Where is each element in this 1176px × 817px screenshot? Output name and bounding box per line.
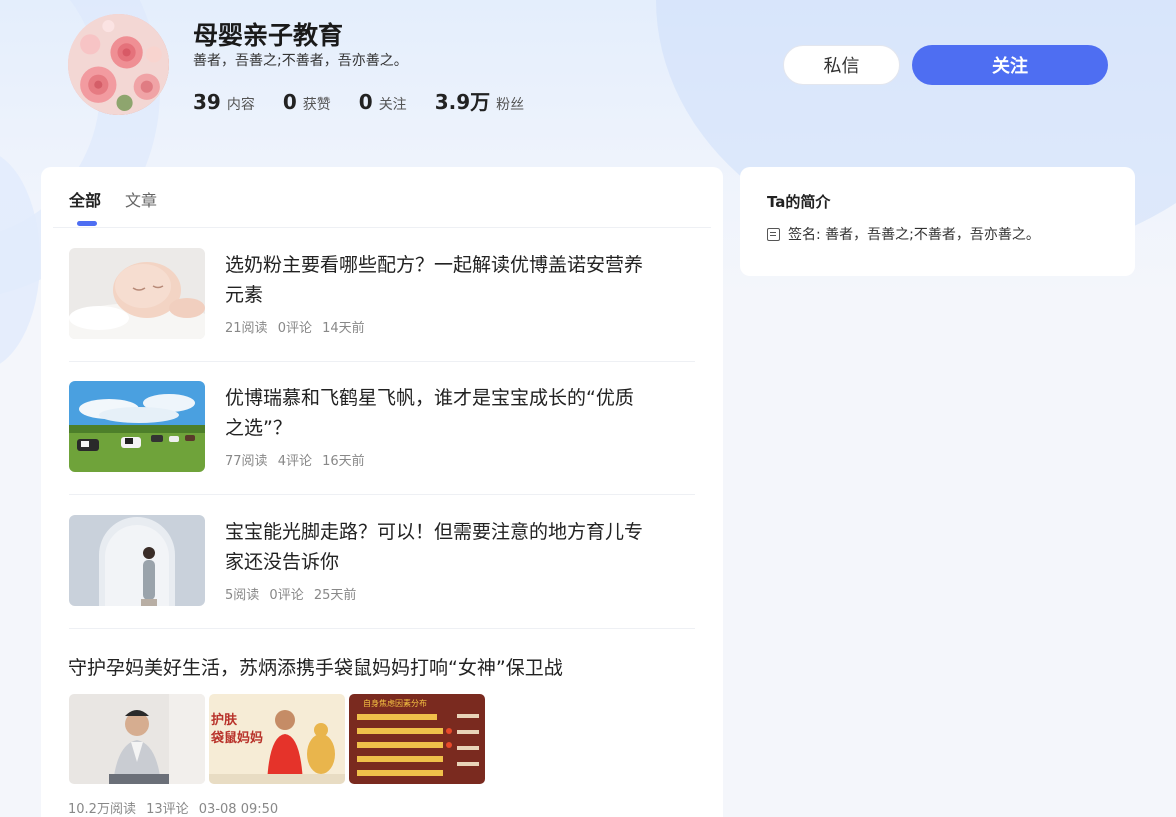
article-thumbnail[interactable]	[69, 248, 205, 339]
item-divider	[69, 494, 695, 495]
comment-count: 0评论	[269, 588, 304, 603]
content-tabs: 全部 文章	[69, 187, 181, 227]
stat-number: 3.9万	[434, 90, 491, 114]
intro-signature: 签名: 善者，吾善之;不善者，吾亦善之。	[767, 224, 1040, 244]
stat-label: 关注	[378, 97, 407, 113]
publish-time: 16天前	[322, 454, 365, 469]
infographic-image: 自身焦虑因素分布	[349, 694, 485, 784]
publish-time: 25天前	[313, 588, 357, 603]
cows-on-pasture-image	[69, 381, 205, 472]
read-count: 10.2万阅读	[68, 802, 136, 817]
ad-text: 护肤	[211, 712, 238, 728]
avatar[interactable]	[68, 14, 169, 115]
profile-motto: 善者，吾善之;不善者，吾亦善之。	[193, 53, 408, 69]
article-title[interactable]: 选奶粉主要看哪些配方？一起解读优博盖诺安营养元素	[225, 250, 645, 310]
signature-text: 签名: 善者，吾善之;不善者，吾亦善之。	[788, 227, 1040, 243]
tab-all[interactable]: 全部	[69, 187, 101, 227]
article-title[interactable]: 优博瑞慕和飞鹤星飞帆，谁才是宝宝成长的“优质之选”？	[225, 383, 645, 443]
article-image-row: 护肤 袋鼠妈妈 自身焦虑因素分布	[69, 694, 489, 784]
woman-in-arch-image	[69, 515, 205, 606]
tab-articles[interactable]: 文章	[125, 187, 157, 227]
comment-count: 0评论	[277, 321, 312, 336]
document-icon	[767, 227, 780, 241]
item-divider	[69, 628, 695, 629]
stat-content[interactable]: 39 内容	[193, 90, 255, 114]
article-meta: 10.2万阅读 13评论 03-08 09:50	[68, 798, 284, 817]
message-button[interactable]: 私信	[783, 45, 900, 85]
article-title[interactable]: 宝宝能光脚走路？可以！但需要注意的地方育儿专家还没告诉你	[225, 517, 645, 577]
infographic-title: 自身焦虑因素分布	[363, 698, 427, 708]
profile-stats: 39 内容 0 获赞 0 关注 3.9万 粉丝	[193, 86, 552, 115]
intro-title: Ta的简介	[767, 193, 831, 211]
stat-label: 获赞	[302, 97, 331, 113]
item-divider	[69, 361, 695, 362]
stat-number: 0	[358, 90, 373, 114]
stat-label: 内容	[226, 97, 255, 113]
article-image[interactable]	[69, 694, 205, 784]
kangaroo-mama-ad-image: 护肤 袋鼠妈妈	[209, 694, 345, 784]
article-meta: 5阅读 0评论 25天前	[225, 584, 362, 603]
profile-name: 母婴亲子教育	[193, 21, 344, 50]
rose-avatar-image	[68, 14, 169, 115]
article-title[interactable]: 守护孕妈美好生活，苏炳添携手袋鼠妈妈打响“女神”保卫战	[68, 654, 694, 682]
sleeping-baby-image	[69, 248, 205, 339]
article-image[interactable]: 护肤 袋鼠妈妈	[209, 694, 345, 784]
read-count: 5阅读	[225, 588, 260, 603]
content-card: 全部 文章 选奶粉主要看哪些配方？一起解读优博盖诺安营养元素 21阅读 0评论 …	[41, 167, 723, 817]
stat-number: 39	[193, 90, 221, 114]
read-count: 21阅读	[225, 321, 268, 336]
article-thumbnail[interactable]	[69, 515, 205, 606]
comment-count: 4评论	[277, 454, 312, 469]
read-count: 77阅读	[225, 454, 268, 469]
intro-card: Ta的简介 签名: 善者，吾善之;不善者，吾亦善之。	[740, 167, 1135, 276]
stat-number: 0	[282, 90, 297, 114]
stat-likes: 0 获赞	[283, 90, 331, 114]
stat-fans[interactable]: 3.9万 粉丝	[435, 86, 524, 115]
article-image[interactable]: 自身焦虑因素分布	[349, 694, 485, 784]
stat-label: 粉丝	[496, 97, 525, 113]
publish-time: 03-08 09:50	[198, 802, 279, 817]
man-portrait-image	[69, 694, 205, 784]
ad-text: 袋鼠妈妈	[210, 730, 263, 746]
article-thumbnail[interactable]	[69, 381, 205, 472]
article-meta: 77阅读 4评论 16天前	[225, 450, 371, 469]
publish-time: 14天前	[322, 321, 365, 336]
follow-button[interactable]: 关注	[912, 45, 1108, 85]
tabs-divider	[53, 227, 711, 228]
stat-following[interactable]: 0 关注	[359, 90, 407, 114]
comment-count: 13评论	[146, 802, 189, 817]
article-item-multi-image[interactable]: 守护孕妈美好生活，苏炳添携手袋鼠妈妈打响“女神”保卫战 护肤 袋鼠妈妈 自身焦虑…	[68, 654, 694, 817]
article-meta: 21阅读 0评论 14天前	[225, 317, 371, 336]
